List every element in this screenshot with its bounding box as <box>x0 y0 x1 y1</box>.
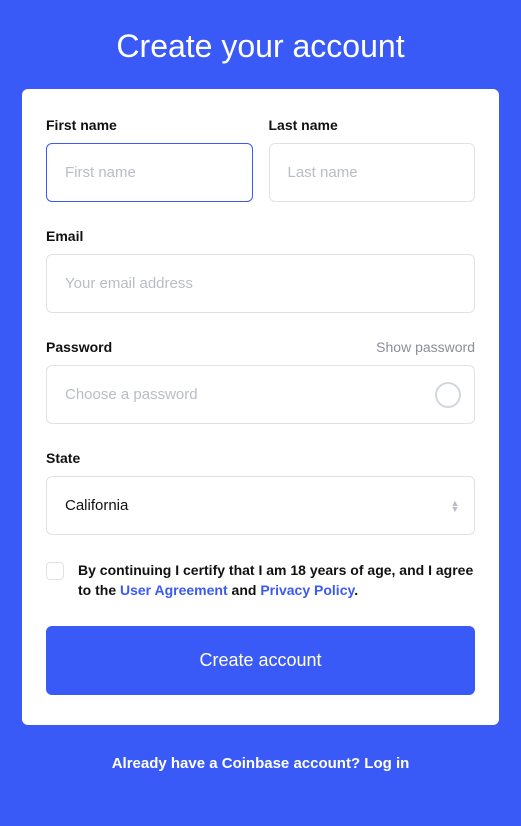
first-name-input[interactable] <box>46 143 253 202</box>
first-name-label: First name <box>46 117 117 133</box>
create-account-button[interactable]: Create account <box>46 626 475 695</box>
last-name-field: Last name <box>269 117 476 202</box>
password-input[interactable] <box>46 365 475 424</box>
certify-text: By continuing I certify that I am 18 yea… <box>78 561 475 600</box>
certify-checkbox[interactable] <box>46 562 64 580</box>
email-field: Email <box>46 228 475 313</box>
last-name-input[interactable] <box>269 143 476 202</box>
show-password-toggle[interactable]: Show password <box>376 339 475 355</box>
page-title: Create your account <box>0 0 521 89</box>
signup-card: First name Last name Email Password Show… <box>22 89 499 725</box>
state-select[interactable]: California <box>46 476 475 535</box>
first-name-field: First name <box>46 117 253 202</box>
state-field: State California ▲▼ <box>46 450 475 535</box>
password-strength-icon <box>435 382 461 408</box>
certify-row: By continuing I certify that I am 18 yea… <box>46 561 475 600</box>
user-agreement-link[interactable]: User Agreement <box>120 582 228 598</box>
email-input[interactable] <box>46 254 475 313</box>
footer: Already have a Coinbase account? Log in <box>0 725 521 802</box>
password-field: Password Show password <box>46 339 475 424</box>
privacy-policy-link[interactable]: Privacy Policy <box>260 582 354 598</box>
login-link[interactable]: Log in <box>364 755 409 772</box>
password-label: Password <box>46 339 112 355</box>
last-name-label: Last name <box>269 117 338 133</box>
email-label: Email <box>46 228 83 244</box>
chevron-up-down-icon: ▲▼ <box>449 500 461 512</box>
state-label: State <box>46 450 80 466</box>
